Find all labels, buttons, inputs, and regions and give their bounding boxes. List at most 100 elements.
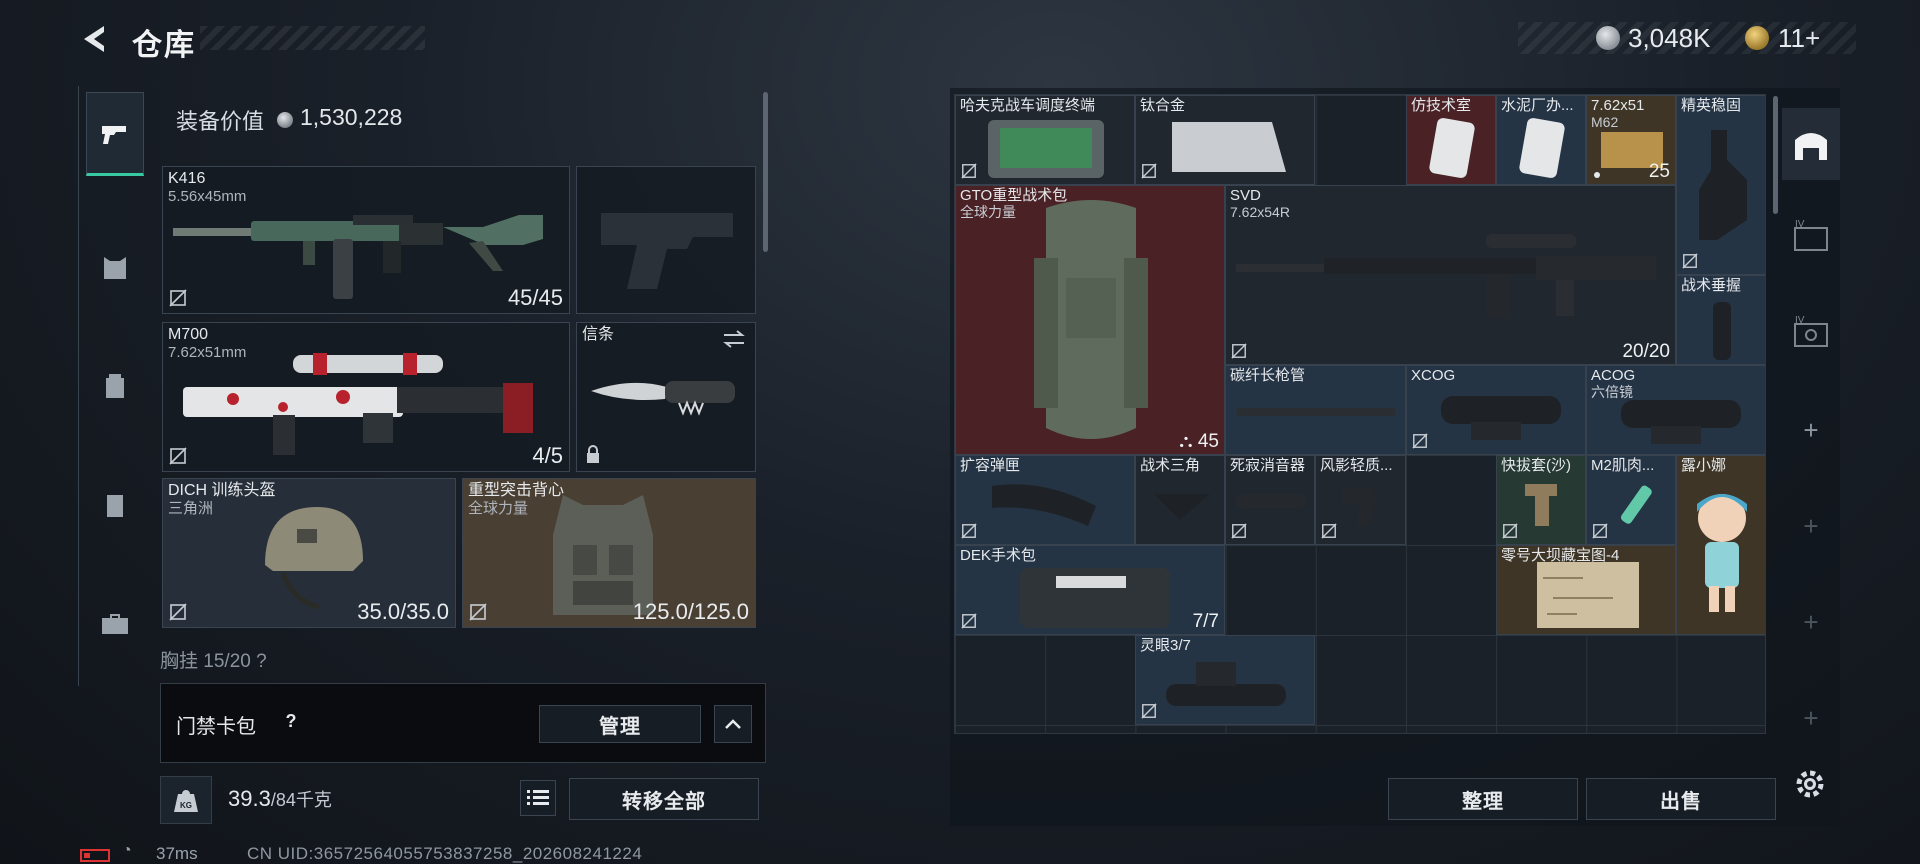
armor-plate-icon <box>107 495 123 517</box>
back-arrow-icon[interactable] <box>78 22 112 56</box>
item-tactical-triangle[interactable]: 战术三角 <box>1135 455 1225 545</box>
dot-icon <box>1594 172 1600 178</box>
no-insurance-icon <box>1141 703 1157 719</box>
expand-button[interactable] <box>714 705 752 743</box>
item-quick-holster[interactable]: 快拔套(沙) <box>1496 455 1586 545</box>
item-svd-rifle[interactable]: SVD 7.62x54R 20/20 <box>1225 185 1676 365</box>
add-storage-button-4[interactable]: + <box>1782 682 1840 754</box>
item-elite-stock[interactable]: 精英稳固 <box>1676 95 1765 275</box>
item-name: 7.62x51 <box>1591 97 1645 114</box>
weight-icon-box: KG <box>160 776 212 824</box>
tab-armor[interactable] <box>86 464 144 548</box>
item-cement-office[interactable]: 水泥厂办... <box>1496 95 1586 185</box>
plus-icon: + <box>1803 702 1819 733</box>
terminal-case-icon <box>988 120 1104 178</box>
title-decoration <box>200 26 425 50</box>
add-storage-button-3[interactable]: + <box>1782 586 1840 658</box>
item-name: 水泥厂办... <box>1501 97 1574 114</box>
item-name: 死寂消音器 <box>1230 457 1306 474</box>
list-view-button[interactable] <box>520 780 556 816</box>
no-insurance-icon <box>169 603 187 621</box>
keycard-icon <box>1429 118 1475 178</box>
keycard-icon <box>1519 118 1565 178</box>
no-insurance-icon <box>1412 433 1428 449</box>
weight-max: /84千克 <box>270 790 332 810</box>
svd-rifle-icon <box>1236 234 1656 318</box>
transfer-all-button[interactable]: 转移全部 <box>569 778 759 820</box>
ammo-count: 45/45 <box>507 285 563 310</box>
titanium-ingot-icon <box>1172 122 1286 172</box>
no-insurance-icon <box>1592 523 1608 539</box>
swap-icon[interactable] <box>721 329 747 349</box>
wifi-icon: ◔ <box>122 842 132 859</box>
weight-kg-icon: KG <box>174 790 198 812</box>
item-m2-muscle[interactable]: M2肌肉... <box>1586 455 1676 545</box>
item-titanium[interactable]: 钛合金 <box>1135 95 1315 185</box>
item-name: M2肌肉... <box>1591 457 1655 474</box>
tab-case[interactable] <box>86 582 144 666</box>
ping-readout: 37ms <box>156 844 198 863</box>
chest-rig-row[interactable]: 胸挂 15/20 ? <box>160 646 758 670</box>
ammo-count: 20/20 <box>1622 341 1670 362</box>
no-insurance-icon <box>1141 163 1157 179</box>
item-dek-medkit[interactable]: DEK手术包 7/7 <box>955 545 1225 635</box>
grip-icon <box>1342 488 1378 526</box>
no-insurance-icon <box>1231 343 1247 359</box>
item-gto-backpack[interactable]: GTO重型战术包 全球力量 ⛬ 45 <box>955 185 1225 455</box>
magazine-icon <box>992 484 1096 526</box>
no-insurance-icon <box>961 523 977 539</box>
user-uid: CN UID:3657256405575383725​8_20260824122… <box>247 844 643 863</box>
primary-weapon-slot[interactable]: K416 5.56x45mm 45/45 <box>162 166 570 314</box>
slot-item-brand: 三角洲 <box>168 500 214 517</box>
knife-icon <box>591 381 735 416</box>
durability: 125.0/125.0 <box>632 599 749 624</box>
tab-backpack[interactable] <box>86 344 144 428</box>
loadout-scrollbar[interactable] <box>763 92 768 252</box>
add-storage-button-2[interactable]: + <box>1782 490 1840 562</box>
sell-button[interactable]: 出售 <box>1586 778 1776 820</box>
tab-storage-iv-b[interactable]: IV <box>1782 296 1840 368</box>
silencer-icon <box>1236 494 1306 508</box>
item-xcog[interactable]: XCOG <box>1406 365 1586 455</box>
no-insurance-icon <box>1502 523 1518 539</box>
currency-premium[interactable]: 11+ <box>1778 23 1820 54</box>
storage-scrollbar[interactable] <box>1773 96 1778 214</box>
item-luxiaona-figure[interactable]: 露小娜 <box>1676 455 1765 635</box>
plus-icon: + <box>1803 606 1819 637</box>
item-hafuke-terminal[interactable]: 哈夫克战车调度终端 <box>955 95 1135 185</box>
help-icon[interactable]: ? <box>278 708 304 734</box>
sort-button[interactable]: 整理 <box>1388 778 1578 820</box>
item-acog[interactable]: ACOG 六倍镜 <box>1586 365 1765 455</box>
plus-icon: + <box>1803 414 1819 445</box>
melee-slot[interactable]: 信条 <box>576 322 756 472</box>
tab-main-storage[interactable] <box>1782 108 1840 180</box>
item-ammo-762[interactable]: 7.62x51 M62 25 <box>1586 95 1676 185</box>
item-silencer[interactable]: 死寂消音器 <box>1225 455 1315 545</box>
item-name: 精英稳固 <box>1681 97 1742 114</box>
no-insurance-icon <box>1682 253 1698 269</box>
barrel-icon <box>1236 408 1396 416</box>
tab-vest[interactable] <box>86 226 144 310</box>
tab-weapons[interactable] <box>86 92 144 176</box>
svg-text:IV: IV <box>1795 219 1805 230</box>
medkit-icon <box>1020 568 1170 628</box>
add-storage-button-1[interactable]: + <box>1782 394 1840 466</box>
helmet-icon <box>265 507 363 610</box>
item-facsimile-room[interactable]: 仿技术室 <box>1406 95 1496 185</box>
manage-button[interactable]: 管理 <box>539 705 701 743</box>
item-name: 战术三角 <box>1140 457 1201 474</box>
armor-slot[interactable]: 重型突击背心 全球力量 125.0/125.0 <box>462 478 756 628</box>
sniper-weapon-slot[interactable]: M700 7.62x51mm 4/5 <box>162 322 570 472</box>
gear-icon[interactable] <box>1790 764 1830 804</box>
item-vertical-grip[interactable]: 战术垂握 <box>1676 275 1765 365</box>
lock-icon <box>587 445 599 463</box>
item-name: 露小娜 <box>1681 457 1727 474</box>
item-extended-mag[interactable]: 扩容弹匣 <box>955 455 1135 545</box>
item-carbon-barrel[interactable]: 碳纤长枪管 <box>1225 365 1406 455</box>
item-dam-treasure-map[interactable]: 零号大坝藏宝图-4 <box>1496 545 1676 635</box>
item-lingyan-scope[interactable]: 灵眼3/7 <box>1135 635 1315 725</box>
tab-storage-iv-a[interactable]: IV <box>1782 200 1840 272</box>
item-wind-grip[interactable]: 风影轻质... <box>1315 455 1406 545</box>
helmet-slot[interactable]: DICH 训练头盔 三角洲 35.0/35.0 <box>162 478 456 628</box>
secondary-weapon-slot[interactable] <box>576 166 756 314</box>
